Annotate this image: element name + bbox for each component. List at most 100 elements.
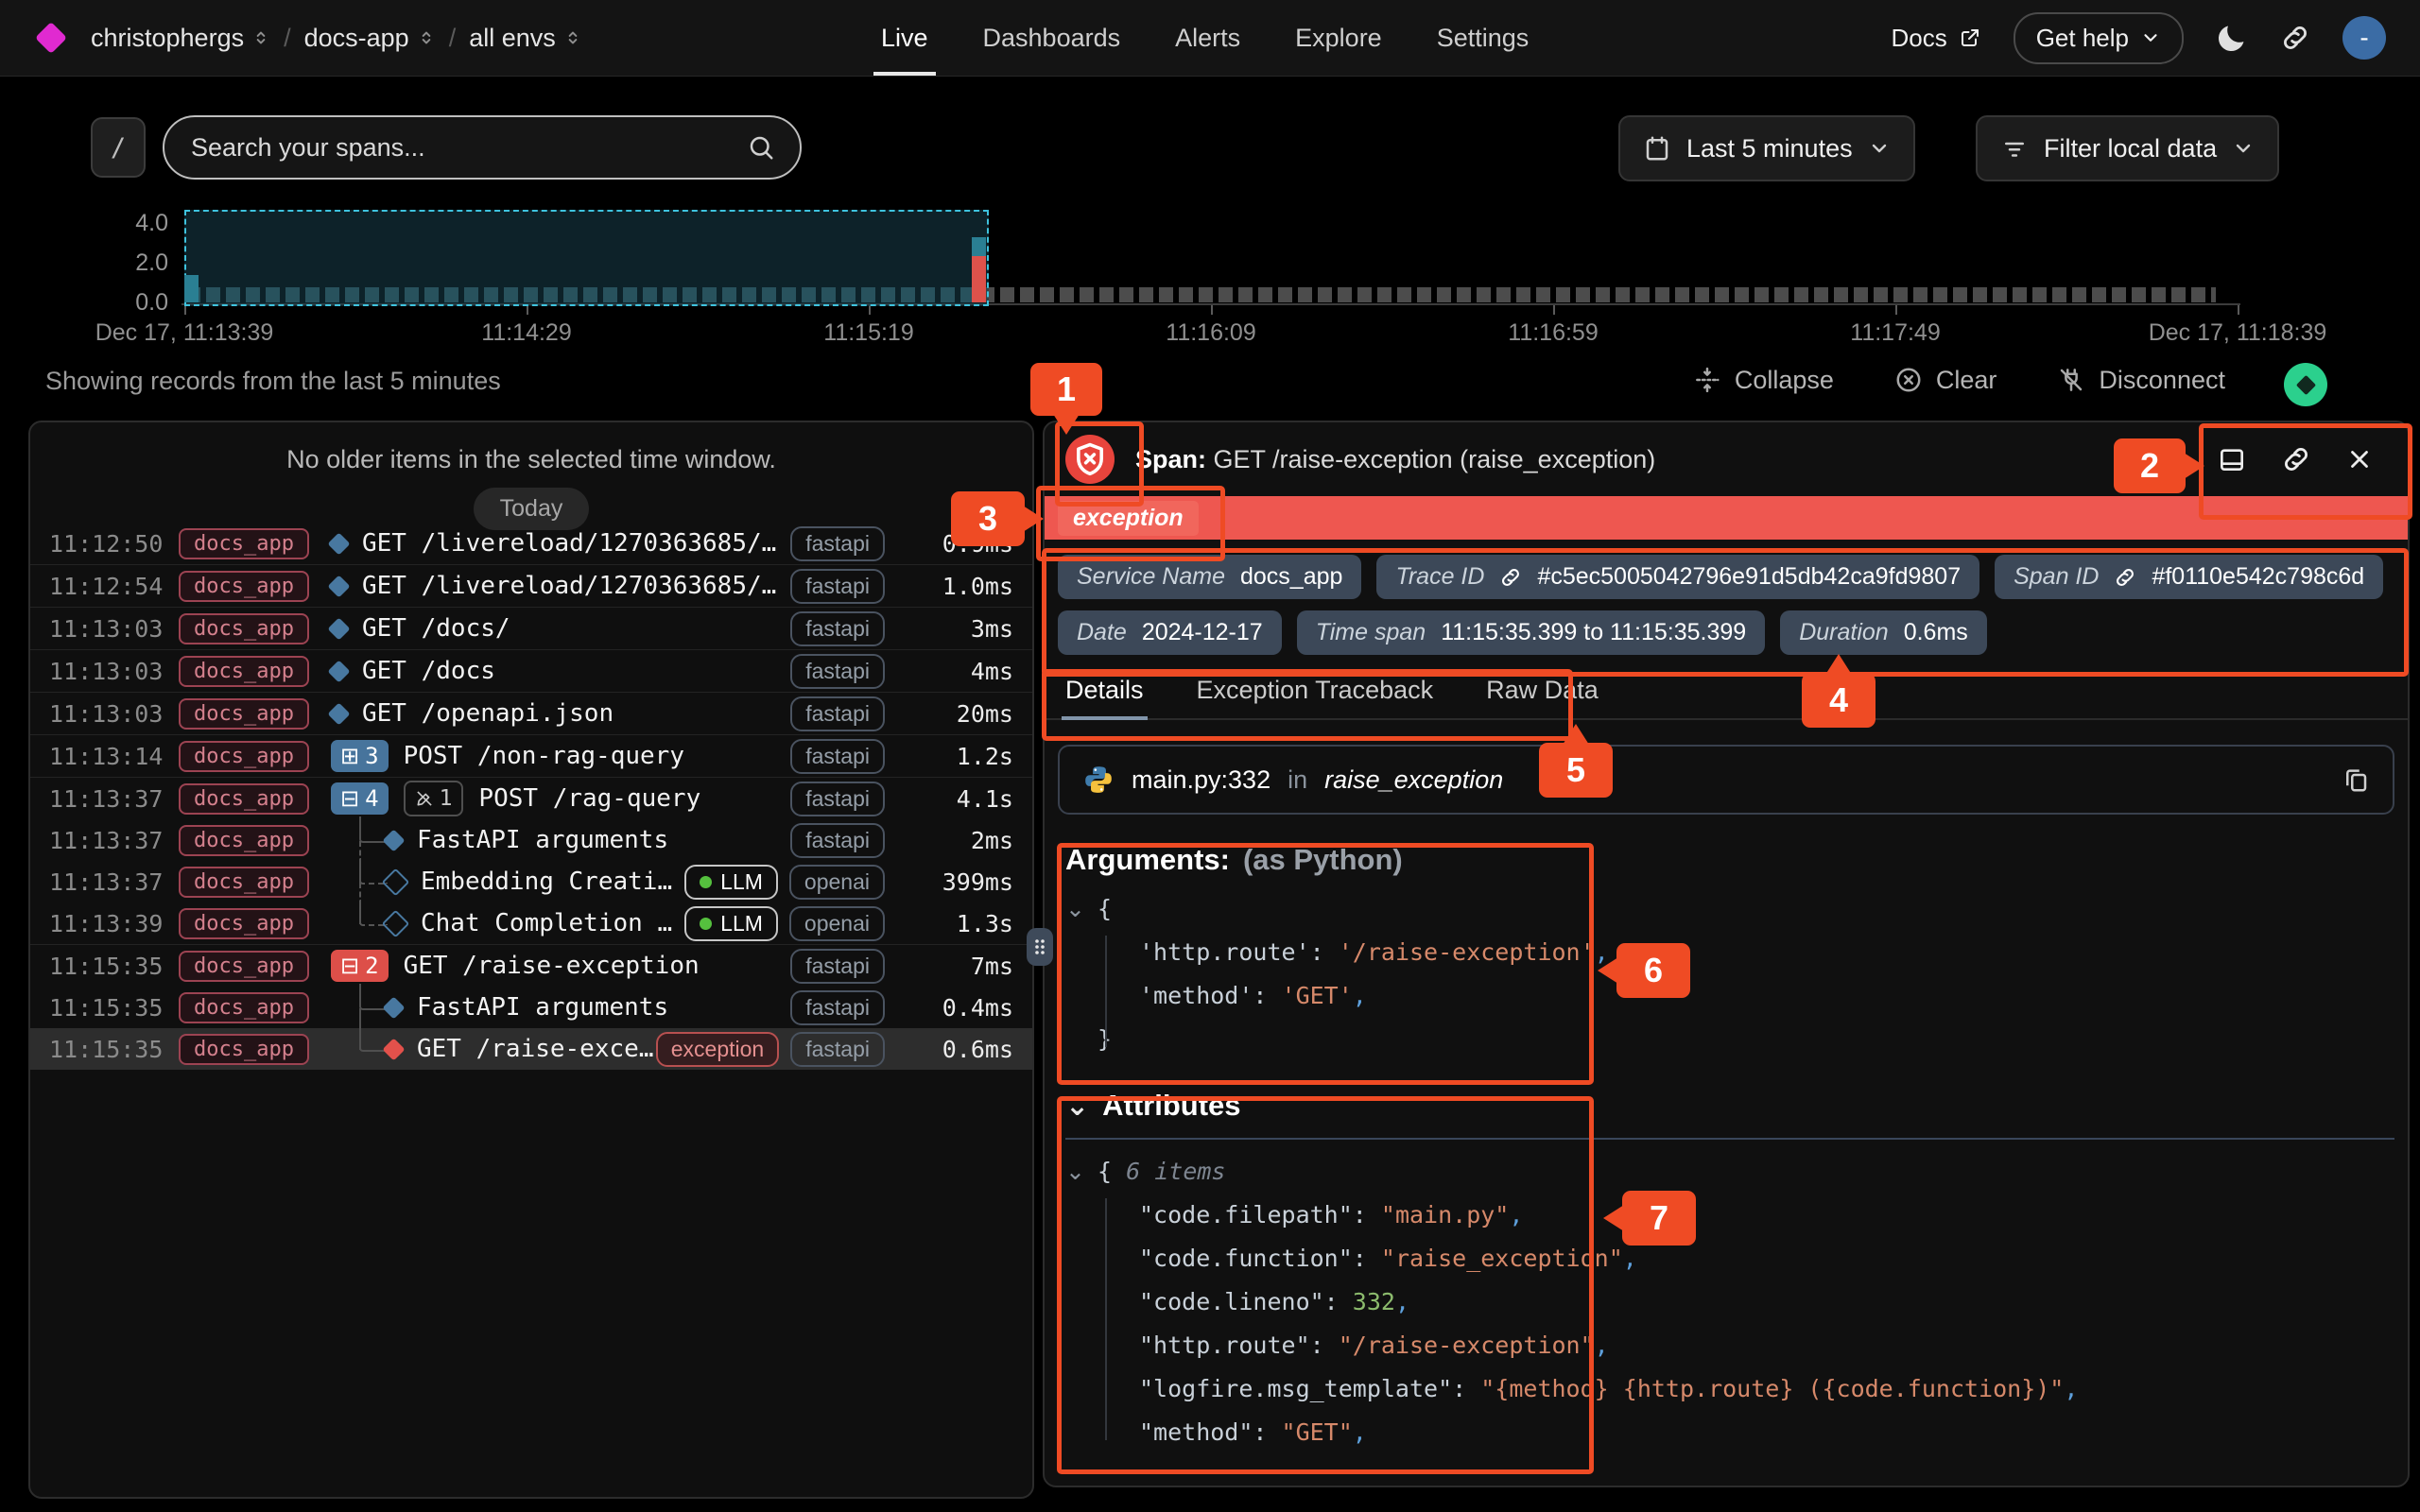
detail-tab-exception-traceback[interactable]: Exception Traceback [1193,670,1438,718]
code-line: "code.function": "raise_exception", [1065,1236,2394,1280]
code-line: ⌄{ [1065,886,2394,930]
calendar-icon [1643,134,1671,163]
span-row[interactable]: 11:13:37docs_appEmbedding Creation wit…L… [30,861,1032,902]
collapse-icon [1693,366,1721,394]
nav-tab-settings[interactable]: Settings [1437,0,1530,76]
detail-tab-raw-data[interactable]: Raw Data [1482,670,1602,718]
span-main: GET /raise-exception … [331,1028,656,1070]
service-badge-wrap: docs_app [182,613,306,644]
nav-tab-alerts[interactable]: Alerts [1175,0,1240,76]
exception-waterfall-bar[interactable]: exception [1045,496,2408,540]
tag-label: fastapi [805,574,870,598]
collapse-caret-icon[interactable]: ⌄ [1065,1158,1098,1185]
time-range-button[interactable]: Last 5 minutes [1618,115,1915,181]
dark-mode-moon-icon[interactable] [2216,22,2248,54]
span-row-right: fastapi3ms [790,611,1013,646]
span-row[interactable]: 11:15:35docs_appFastAPI argumentsfastapi… [30,987,1032,1028]
span-row-right: fastapi0.9ms [790,526,1013,561]
span-main: GET /docs/ [331,608,790,649]
span-row[interactable]: 11:12:50docs_appGET /livereload/12703636… [30,523,1032,564]
tag-label: fastapi [805,954,870,978]
span-row-right: fastapi7ms [790,949,1013,984]
children-count-badge[interactable]: ⊞3 [331,740,389,772]
close-icon[interactable] [2345,445,2374,473]
span-duration: 20ms [896,700,1013,728]
copy-icon[interactable] [2342,765,2370,794]
breadcrumb-label: all envs [469,24,556,53]
span-time: 11:13:39 [49,910,170,937]
span-row[interactable]: 11:12:54docs_appGET /livereload/12703636… [30,564,1032,607]
search-input[interactable] [189,132,747,163]
disconnect-button[interactable]: Disconnect [2057,366,2225,395]
breadcrumb-item-docs-app[interactable]: docs-app [304,24,436,53]
code-token: , [1395,1288,1409,1315]
code-token: "GET" [1282,1418,1353,1446]
service-badge: docs_app [179,656,309,687]
children-count: 3 [365,743,378,769]
children-count-badge[interactable]: ⊟4 [331,782,389,815]
code-token: : [1253,982,1281,1009]
span-row[interactable]: 11:13:03docs_appGET /openapi.jsonfastapi… [30,692,1032,734]
collapse-caret-icon[interactable]: ⌄ [1065,895,1098,922]
exception-shield-icon [1065,435,1115,484]
span-row[interactable]: 11:13:39docs_appChat Completion with '…L… [30,902,1032,944]
span-main: FastAPI arguments [331,987,790,1028]
tag-fastapi: fastapi [790,526,885,561]
span-row[interactable]: 11:15:35docs_app⊟2GET /raise-exceptionfa… [30,944,1032,987]
span-row-right: LLMopenai399ms [684,865,1013,900]
breadcrumb-item-christophergs[interactable]: christophergs [91,24,270,53]
tag-label: openai [804,869,870,894]
collapse-caret-icon[interactable]: ⌄ [1065,1090,1089,1123]
expand-collapse-icon: ⊟ [340,954,359,977]
span-row[interactable]: 11:13:03docs_appGET /docsfastapi4ms [30,649,1032,692]
span-row[interactable]: 11:15:35docs_appGET /raise-exception …ex… [30,1028,1032,1070]
search-shortcut-key: / [91,117,146,178]
span-row-right: fastapi0.4ms [790,990,1013,1025]
service-badge-wrap: docs_app [182,1034,306,1065]
get-help-button[interactable]: Get help [2014,12,2184,64]
breadcrumb: christophergs/docs-app/all envs [91,24,582,53]
filter-icon [2000,134,2029,163]
user-avatar[interactable]: - [2342,16,2386,60]
x-axis-tick-label: 11:15:19 [823,319,913,347]
meta-label: Trace ID [1395,563,1484,591]
attributes-divider [1065,1138,2394,1140]
code-token: : [1353,1201,1381,1228]
clear-button[interactable]: Clear [1894,366,1997,395]
service-badge: docs_app [179,613,309,644]
time-selection-window[interactable] [184,210,989,306]
logfire-logo-icon[interactable] [35,22,67,54]
collapse-label: Collapse [1735,366,1834,395]
source-file[interactable]: main.py:332 [1132,765,1270,795]
span-name: POST /non-rag-query [404,742,684,770]
detail-tab-details[interactable]: Details [1062,670,1148,718]
span-row[interactable]: 11:13:14docs_app⊞3POST /non-rag-queryfas… [30,734,1032,777]
span-name: GET /docs/ [362,614,510,643]
breadcrumb-item-all-envs[interactable]: all envs [469,24,582,53]
link-icon[interactable] [1499,566,1522,589]
filter-local-data-button[interactable]: Filter local data [1976,115,2279,181]
span-row[interactable]: 11:13:37docs_appFastAPI argumentsfastapi… [30,819,1032,861]
nav-tab-dashboards[interactable]: Dashboards [983,0,1121,76]
code-token: , [1509,1201,1523,1228]
indent-guide [1105,936,1107,1047]
meta-value: docs_app [1240,563,1342,591]
panel-resize-handle[interactable] [1027,928,1053,966]
expand-collapse-icon: ⊟ [340,787,359,810]
tag-label: fastapi [805,786,870,811]
children-count-badge[interactable]: ⊟2 [331,950,389,982]
connection-status-indicator[interactable] [2284,363,2327,406]
collapse-button[interactable]: Collapse [1693,366,1834,395]
empty-window-notice: No older items in the selected time wind… [30,422,1032,474]
nav-tab-explore[interactable]: Explore [1295,0,1382,76]
nav-tab-live[interactable]: Live [881,0,928,76]
chevron-down-icon [2232,137,2255,160]
docs-link[interactable]: Docs [1891,24,1980,53]
dock-panel-icon[interactable] [2217,444,2247,474]
span-row[interactable]: 11:13:37docs_app⊟41POST /rag-queryfastap… [30,777,1032,819]
copy-link-icon[interactable] [2281,444,2311,474]
tag-exception: exception [656,1032,779,1067]
share-link-icon[interactable] [2280,23,2310,53]
span-row[interactable]: 11:13:03docs_appGET /docs/fastapi3ms [30,607,1032,649]
link-icon[interactable] [2114,566,2136,589]
